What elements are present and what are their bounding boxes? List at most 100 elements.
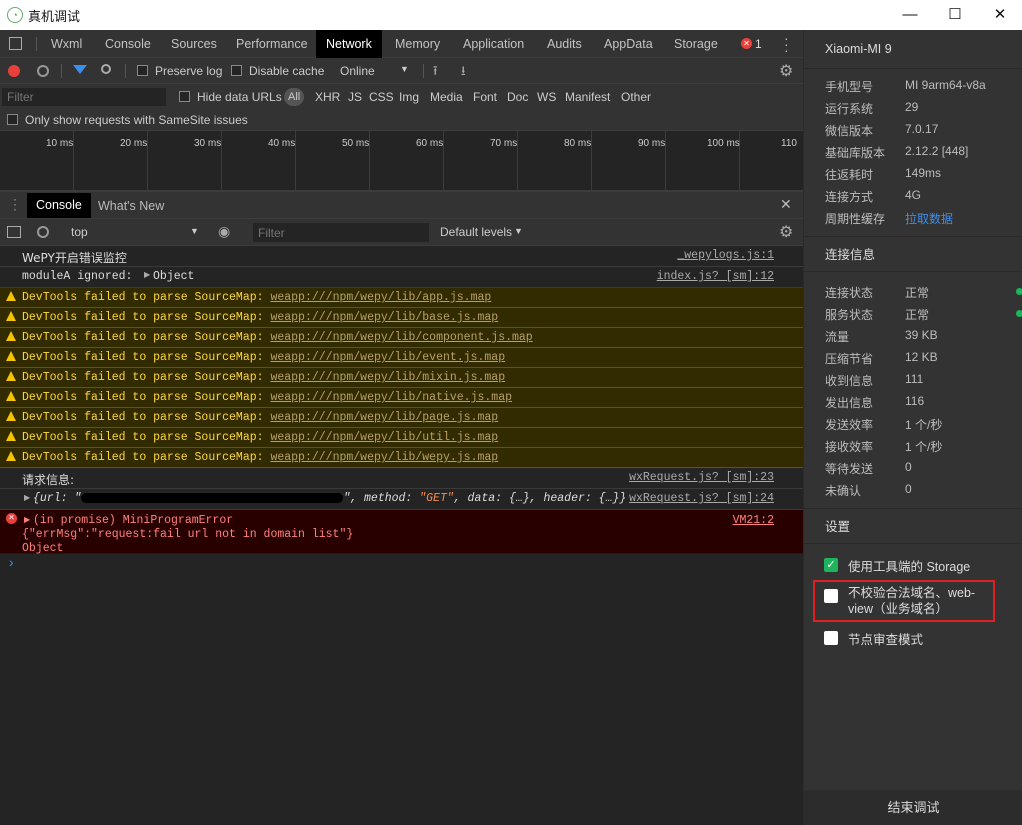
sourcemap-link[interactable]: weapp:///npm/wepy/lib/page.js.map bbox=[270, 411, 498, 424]
search-icon[interactable] bbox=[101, 64, 111, 74]
samesite-row: Only show requests with SameSite issues bbox=[0, 108, 803, 131]
type-filter-css[interactable]: CSS bbox=[369, 90, 394, 104]
sourcemap-link[interactable]: weapp:///npm/wepy/lib/wepy.js.map bbox=[270, 451, 498, 464]
preserve-log-checkbox[interactable] bbox=[137, 65, 148, 76]
expand-triangle-icon[interactable]: ▶ bbox=[24, 493, 30, 503]
console-settings-gear-icon[interactable]: ⚙ bbox=[779, 222, 793, 242]
warning-prefix: DevTools failed to parse SourceMap: bbox=[22, 411, 264, 424]
inspect-element-icon[interactable] bbox=[9, 37, 22, 50]
tab-audits[interactable]: Audits bbox=[545, 30, 584, 58]
info-value: 39 KB bbox=[905, 328, 938, 342]
log-levels-select[interactable]: Default levels bbox=[440, 225, 512, 239]
timeline-tick-label: 30 ms bbox=[194, 138, 222, 149]
type-filter-font[interactable]: Font bbox=[473, 90, 497, 104]
drawer-tab-console[interactable]: Console bbox=[27, 193, 91, 218]
skip-domain-check-checkbox[interactable] bbox=[824, 589, 838, 603]
object-preview[interactable]: Object bbox=[153, 270, 194, 283]
warning-prefix: DevTools failed to parse SourceMap: bbox=[22, 391, 264, 404]
more-menu-icon[interactable]: · · · bbox=[784, 31, 789, 57]
drawer-close-icon[interactable]: ✕ bbox=[780, 196, 792, 213]
warning-prefix: DevTools failed to parse SourceMap: bbox=[22, 351, 264, 364]
tab-appdata[interactable]: AppData bbox=[602, 30, 655, 58]
info-value: 0 bbox=[905, 460, 912, 474]
pull-data-link[interactable]: 拉取数据 bbox=[905, 210, 953, 227]
toolbar-divider bbox=[125, 64, 126, 78]
sourcemap-link[interactable]: weapp:///npm/wepy/lib/util.js.map bbox=[270, 431, 498, 444]
sourcemap-link[interactable]: weapp:///npm/wepy/lib/event.js.map bbox=[270, 351, 505, 364]
tab-storage[interactable]: Storage bbox=[672, 30, 720, 58]
use-storage-checkbox[interactable]: ✓ bbox=[824, 558, 838, 572]
sourcemap-link[interactable]: weapp:///npm/wepy/lib/mixin.js.map bbox=[270, 371, 505, 384]
throttling-select[interactable]: Online bbox=[340, 64, 375, 78]
network-filter-input[interactable] bbox=[2, 88, 166, 106]
record-icon[interactable] bbox=[8, 65, 20, 77]
drawer-menu-icon[interactable]: · · · bbox=[13, 193, 17, 215]
error-title: (in promise) MiniProgramError bbox=[33, 514, 234, 527]
console-warning-row: DevTools failed to parse SourceMap: weap… bbox=[0, 428, 803, 448]
tab-wxml[interactable]: Wxml bbox=[49, 30, 84, 58]
tab-network[interactable]: Network bbox=[316, 30, 382, 58]
clear-console-icon[interactable] bbox=[37, 226, 49, 238]
context-select[interactable]: top bbox=[71, 225, 88, 239]
type-filter-ws[interactable]: WS bbox=[537, 90, 556, 104]
type-filter-media[interactable]: Media bbox=[430, 90, 463, 104]
disable-cache-checkbox[interactable] bbox=[231, 65, 242, 76]
info-key: 周期性缓存 bbox=[825, 212, 886, 226]
timeline-tick-label: 80 ms bbox=[564, 138, 592, 149]
expand-triangle-icon[interactable]: ▶ bbox=[144, 270, 150, 280]
expand-triangle-icon[interactable]: ▶ bbox=[24, 515, 30, 525]
tab-memory[interactable]: Memory bbox=[393, 30, 442, 58]
warning-icon bbox=[6, 311, 16, 321]
sidebar-toggle-icon[interactable] bbox=[7, 226, 21, 238]
end-debug-button[interactable]: 结束调试 bbox=[804, 790, 1022, 825]
type-filter-xhr[interactable]: XHR bbox=[315, 90, 340, 104]
live-expression-eye-icon[interactable]: ◉ bbox=[218, 223, 230, 240]
tab-console[interactable]: Console bbox=[103, 30, 153, 58]
sourcemap-link[interactable]: weapp:///npm/wepy/lib/native.js.map bbox=[270, 391, 512, 404]
minimize-button[interactable]: — bbox=[887, 0, 933, 30]
type-filter-doc[interactable]: Doc bbox=[507, 90, 528, 104]
tab-performance[interactable]: Performance bbox=[234, 30, 310, 58]
info-key: 流量 bbox=[825, 330, 850, 344]
error-count-icon[interactable]: ✕ bbox=[741, 38, 752, 49]
log-levels-dropdown-icon[interactable]: ▼ bbox=[514, 226, 523, 236]
hide-data-urls-checkbox[interactable] bbox=[179, 91, 190, 102]
type-filter-js[interactable]: JS bbox=[348, 90, 362, 104]
type-filter-img[interactable]: Img bbox=[399, 90, 419, 104]
console-source-link[interactable]: VM21:2 bbox=[733, 514, 774, 527]
redacted-url bbox=[81, 492, 344, 503]
console-warning-row: DevTools failed to parse SourceMap: weap… bbox=[0, 408, 803, 428]
console-source-link[interactable]: wxRequest.js? [sm]:24 bbox=[629, 492, 774, 505]
error-count[interactable]: 1 bbox=[755, 37, 762, 51]
maximize-button[interactable]: ☐ bbox=[932, 0, 978, 30]
console-source-link[interactable]: index.js? [sm]:12 bbox=[657, 270, 774, 283]
warning-icon bbox=[6, 451, 16, 461]
close-window-button[interactable]: ✕ bbox=[977, 0, 1022, 30]
console-prompt[interactable]: › bbox=[7, 556, 15, 572]
type-filter-all[interactable]: All bbox=[284, 88, 305, 106]
warning-icon bbox=[6, 291, 16, 301]
node-inspect-checkbox[interactable] bbox=[824, 631, 838, 645]
sourcemap-link[interactable]: weapp:///npm/wepy/lib/app.js.map bbox=[270, 291, 491, 304]
error-object[interactable]: Object bbox=[22, 542, 63, 555]
console-source-link[interactable]: wxRequest.js? [sm]:23 bbox=[629, 471, 774, 484]
console-source-link[interactable]: _wepylogs.js:1 bbox=[677, 249, 774, 262]
samesite-checkbox[interactable] bbox=[7, 114, 18, 125]
sourcemap-link[interactable]: weapp:///npm/wepy/lib/component.js.map bbox=[270, 331, 532, 344]
drawer-tab-whats-new[interactable]: What's New bbox=[98, 199, 164, 213]
export-har-icon[interactable]: ⭳ bbox=[461, 62, 466, 84]
tab-sources[interactable]: Sources bbox=[169, 30, 219, 58]
tab-application[interactable]: Application bbox=[461, 30, 526, 58]
filter-funnel-icon[interactable] bbox=[73, 65, 87, 74]
console-filter-input[interactable] bbox=[253, 223, 429, 242]
throttling-dropdown-icon[interactable]: ▼ bbox=[400, 64, 409, 74]
type-filter-other[interactable]: Other bbox=[621, 90, 651, 104]
clear-icon[interactable] bbox=[37, 65, 49, 77]
context-dropdown-icon[interactable]: ▼ bbox=[190, 226, 199, 236]
import-har-icon[interactable]: ⭱ bbox=[433, 62, 438, 84]
type-filter-manifest[interactable]: Manifest bbox=[565, 90, 610, 104]
sourcemap-link[interactable]: weapp:///npm/wepy/lib/base.js.map bbox=[270, 311, 498, 324]
request-object-preview[interactable]: {url: " ", method: "GET", data: {…}, head… bbox=[33, 492, 626, 505]
settings-gear-icon[interactable]: ⚙ bbox=[779, 61, 793, 81]
info-key: 微信版本 bbox=[825, 124, 874, 138]
